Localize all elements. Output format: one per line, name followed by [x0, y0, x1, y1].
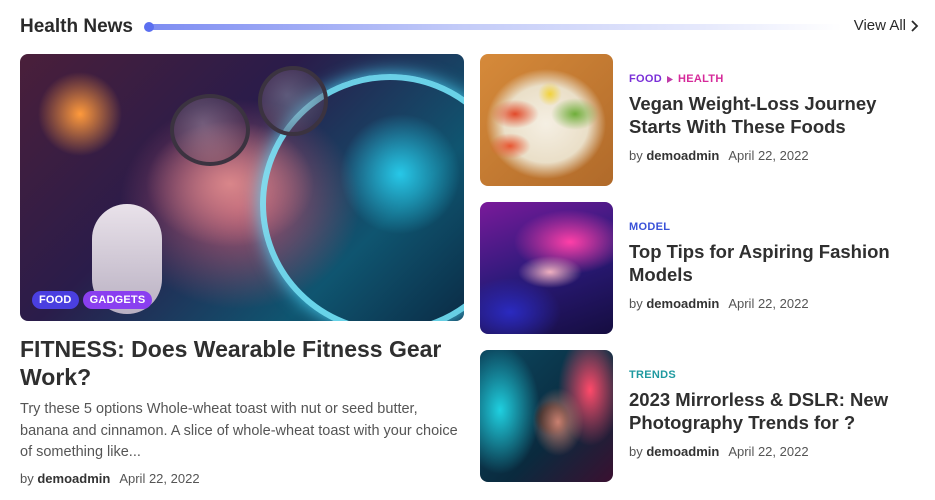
post-card: FOOD HEALTH Vegan Weight-Loss Journey St…: [480, 54, 920, 186]
post-title-link[interactable]: Top Tips for Aspiring Fashion Models: [629, 240, 919, 286]
featured-article: FOOD GADGETS FITNESS: Does Wearable Fitn…: [20, 54, 464, 486]
author-link[interactable]: demoadmin: [646, 296, 719, 311]
featured-tags: FOOD GADGETS: [32, 291, 153, 309]
post-title-link[interactable]: Vegan Weight-Loss Journey Starts With Th…: [629, 92, 919, 138]
featured-meta: by demoadmin April 22, 2022: [20, 471, 464, 486]
post-date: April 22, 2022: [728, 296, 809, 311]
title-underline-dot: [144, 22, 154, 32]
glasses-lens-right: [258, 66, 328, 136]
by-label: by: [629, 296, 643, 311]
by-label: by: [20, 470, 34, 486]
post-date: April 22, 2022: [728, 444, 809, 459]
section-header: Health News View All: [20, 14, 920, 40]
category-link-food[interactable]: FOOD: [629, 73, 662, 85]
featured-title-link[interactable]: FITNESS: Does Wearable Fitness Gear Work…: [20, 335, 464, 391]
post-card: MODEL Top Tips for Aspiring Fashion Mode…: [480, 202, 920, 334]
title-underline-bar: [147, 24, 842, 30]
chevron-right-icon: [911, 19, 919, 32]
post-categories: TRENDS: [629, 369, 919, 381]
post-card: TRENDS 2023 Mirrorless & DSLR: New Photo…: [480, 350, 920, 482]
tag-gadgets[interactable]: GADGETS: [82, 291, 153, 309]
category-link-health[interactable]: HEALTH: [678, 73, 724, 85]
post-body: MODEL Top Tips for Aspiring Fashion Mode…: [629, 221, 919, 311]
glasses-lens-left: [170, 94, 250, 166]
author-link[interactable]: demoadmin: [37, 471, 110, 486]
post-thumbnail[interactable]: [480, 350, 613, 482]
post-meta: by demoadmin April 22, 2022: [629, 148, 919, 163]
author-link[interactable]: demoadmin: [646, 444, 719, 459]
post-thumbnail[interactable]: [480, 202, 613, 334]
by-label: by: [629, 148, 643, 163]
post-categories: FOOD HEALTH: [629, 73, 919, 85]
view-all-link[interactable]: View All: [854, 17, 920, 34]
post-meta: by demoadmin April 22, 2022: [629, 296, 919, 311]
post-categories: MODEL: [629, 221, 919, 233]
triangle-right-icon: [666, 75, 673, 83]
featured-excerpt: Try these 5 options Whole-wheat toast wi…: [20, 401, 458, 460]
post-body: TRENDS 2023 Mirrorless & DSLR: New Photo…: [629, 369, 919, 459]
post-date: April 22, 2022: [728, 148, 809, 163]
post-meta: by demoadmin April 22, 2022: [629, 444, 919, 459]
post-date: April 22, 2022: [119, 470, 200, 486]
tag-food[interactable]: FOOD: [32, 291, 79, 309]
author-link[interactable]: demoadmin: [646, 148, 719, 163]
category-link-model[interactable]: MODEL: [629, 221, 670, 233]
category-link-trends[interactable]: TRENDS: [629, 369, 676, 381]
section-title: Health News: [20, 16, 133, 37]
featured-image[interactable]: FOOD GADGETS: [20, 54, 464, 321]
post-body: FOOD HEALTH Vegan Weight-Loss Journey St…: [629, 73, 919, 163]
post-title-link[interactable]: 2023 Mirrorless & DSLR: New Photography …: [629, 388, 919, 434]
post-thumbnail[interactable]: [480, 54, 613, 186]
view-all-label: View All: [853, 17, 906, 34]
by-label: by: [629, 444, 643, 459]
